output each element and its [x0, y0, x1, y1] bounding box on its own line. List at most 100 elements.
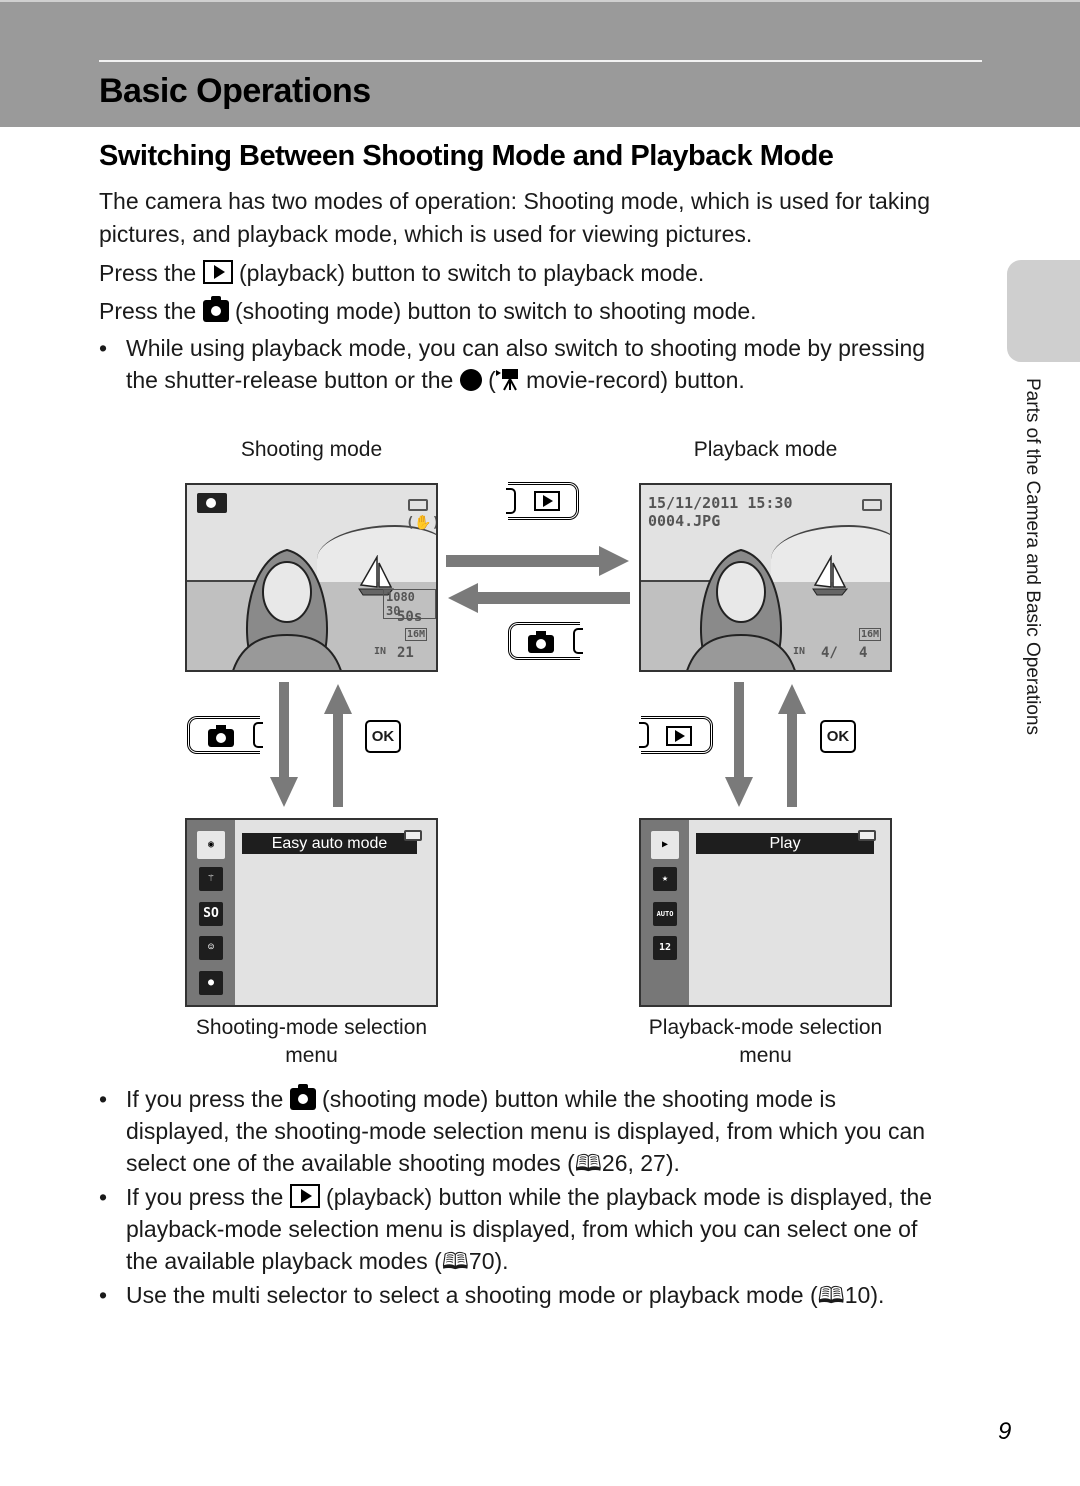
- button-bezel: [573, 628, 583, 654]
- caption-line-2: menu: [739, 1044, 792, 1067]
- playback-menu-caption: Playback-mode selection menu: [624, 1014, 907, 1070]
- bullet-pre: If you press the: [126, 1184, 284, 1210]
- note-line-2: the shutter-release button or the ( movi…: [126, 364, 979, 396]
- sailboat-illustration: [812, 555, 849, 596]
- section-title: Switching Between Shooting Mode and Play…: [99, 140, 834, 172]
- playback-button[interactable]: [506, 482, 579, 520]
- playback-button[interactable]: [639, 716, 713, 754]
- image-size-icon: 16M: [859, 628, 882, 641]
- shooting-mode-selection-menu: ◉ ⚚ SO ☺ ● Easy auto mode: [185, 818, 438, 1007]
- battery-icon: [858, 830, 876, 841]
- bullet-multi-selector: • Use the multi selector to select a sho…: [99, 1279, 979, 1311]
- intro-line-2: pictures, and playback mode, which is us…: [99, 221, 753, 247]
- easy-auto-mode-icon[interactable]: ◉: [197, 831, 225, 859]
- scene-mode-icon[interactable]: ⚚: [199, 867, 223, 891]
- special-effects-icon[interactable]: SO: [199, 902, 223, 926]
- playback-icon: [534, 491, 560, 511]
- auto-mode-icon[interactable]: ●: [199, 971, 223, 995]
- shooting-instruction: Press the (shooting mode) button to swit…: [99, 295, 989, 328]
- button-bezel: [253, 722, 263, 748]
- bullet-shooting-menu: • If you press the (shooting mode) butto…: [99, 1083, 979, 1179]
- bullet-line-1: If you press the (shooting mode) button …: [126, 1083, 979, 1115]
- arrow-to-playback: [446, 546, 629, 576]
- page-reference-icon: 🕮: [441, 1248, 469, 1274]
- note-line-2-post: movie-record) button.: [526, 367, 745, 393]
- arrow-to-shooting: [448, 583, 630, 613]
- remaining-exposures: 21: [397, 645, 414, 661]
- playback-instruction-pre: Press the: [99, 260, 197, 286]
- header-rule: [99, 60, 982, 62]
- ok-button[interactable]: OK: [820, 720, 856, 753]
- bullet-line-1: If you press the (playback) button while…: [126, 1181, 979, 1213]
- chapter-side-tab[interactable]: [1007, 260, 1080, 362]
- shooting-mode-button-icon: [202, 296, 229, 322]
- bullet-line-3-text: select one of the available shooting mod…: [126, 1150, 575, 1176]
- note-line-1: While using playback mode, you can also …: [126, 335, 926, 361]
- paren: (: [488, 367, 496, 393]
- selected-mode-label: Easy auto mode: [242, 833, 417, 854]
- playback-mode-label: Playback mode: [693, 438, 838, 461]
- playback-button-icon: [289, 1184, 320, 1208]
- arrow-from-playback-menu: [778, 684, 806, 807]
- page-reference-link[interactable]: 70).: [469, 1248, 509, 1274]
- playback-mode-selection-menu: ▶ ★ AUTO 12 Play: [639, 818, 892, 1007]
- bullet-pre: If you press the: [126, 1086, 284, 1112]
- file-name: 0004.JPG: [648, 512, 721, 530]
- favorite-pictures-icon[interactable]: ★: [653, 867, 677, 891]
- list-by-date-icon[interactable]: 12: [653, 936, 677, 960]
- smart-portrait-icon[interactable]: ☺: [199, 936, 223, 960]
- shooting-mode-button-icon: [289, 1084, 316, 1110]
- note-bullet: • While using playback mode, you can als…: [99, 332, 979, 396]
- battery-icon: [404, 830, 422, 841]
- side-tab-label: Parts of the Camera and Basic Operations: [1022, 378, 1043, 735]
- auto-sort-icon[interactable]: AUTO: [653, 902, 677, 926]
- bullet-line-2: displayed, the shooting-mode selection m…: [126, 1118, 926, 1144]
- portrait-illustration: [686, 548, 796, 670]
- shooting-instruction-pre: Press the: [99, 298, 197, 324]
- caption-line-1: Playback-mode selection: [648, 1016, 883, 1039]
- bullet-line-1: Use the multi selector to select a shoot…: [126, 1279, 979, 1311]
- chapter-header: Basic Operations: [0, 0, 1080, 127]
- bullet-line-2: playback-mode selection menu is displaye…: [126, 1216, 918, 1242]
- internal-memory-icon: IN: [374, 646, 387, 657]
- playback-icon: [666, 726, 692, 746]
- battery-icon: [408, 499, 428, 511]
- shooting-mode-label: Shooting mode: [240, 438, 383, 461]
- portrait-illustration: [232, 548, 342, 670]
- frame-total: 4: [859, 645, 868, 661]
- bullet-dot: •: [99, 335, 108, 361]
- button-bezel: [506, 488, 516, 514]
- image-size-icon: 16M: [405, 628, 428, 641]
- page-reference-link[interactable]: 10).: [845, 1282, 885, 1308]
- bullet-line-3: select one of the available shooting mod…: [126, 1147, 979, 1179]
- shooting-mode-button[interactable]: [508, 622, 583, 660]
- battery-icon: [862, 499, 882, 511]
- camera-icon: [528, 631, 554, 653]
- frame-counter: 4/: [821, 645, 838, 661]
- arrow-to-playback-menu: [725, 682, 753, 807]
- playback-button-icon: [202, 260, 233, 284]
- page-reference-icon: 🕮: [817, 1282, 845, 1308]
- bullet-line-3: the available playback modes (🕮70).: [126, 1245, 979, 1277]
- caption-line-2: menu: [285, 1044, 338, 1067]
- intro-line-1: The camera has two modes of operation: S…: [99, 188, 931, 214]
- internal-memory-icon: IN: [793, 646, 806, 657]
- bullet-dot: •: [99, 1184, 108, 1210]
- shooting-mode-screen: (✋) 1080 30 50s 16M IN 21: [185, 483, 438, 672]
- selected-mode-label: Play: [696, 833, 874, 854]
- playback-mode-screen: 15/11/2011 15:30 0004.JPG 16M IN 4/ 4: [639, 483, 892, 672]
- shooting-mode-button[interactable]: [187, 716, 263, 754]
- shooting-instruction-post: (shooting mode) button to switch to shoo…: [234, 298, 757, 324]
- play-icon[interactable]: ▶: [651, 831, 679, 859]
- bullet-dot: •: [99, 1282, 108, 1308]
- chapter-title: Basic Operations: [99, 72, 371, 110]
- bullet-dot: •: [99, 1086, 108, 1112]
- ok-button[interactable]: OK: [365, 720, 401, 753]
- bullet-playback-menu: • If you press the (playback) button whi…: [99, 1181, 979, 1277]
- page-reference-link[interactable]: 26, 27).: [602, 1150, 680, 1176]
- movie-record-dot-icon: [459, 369, 482, 391]
- bullet-line-3-text: the available playback modes (: [126, 1248, 442, 1274]
- playback-instruction-post: (playback) button to switch to playback …: [238, 260, 705, 286]
- note-line-2-pre: the shutter-release button or the: [126, 367, 454, 393]
- bullet-text: Use the multi selector to select a shoot…: [126, 1282, 818, 1308]
